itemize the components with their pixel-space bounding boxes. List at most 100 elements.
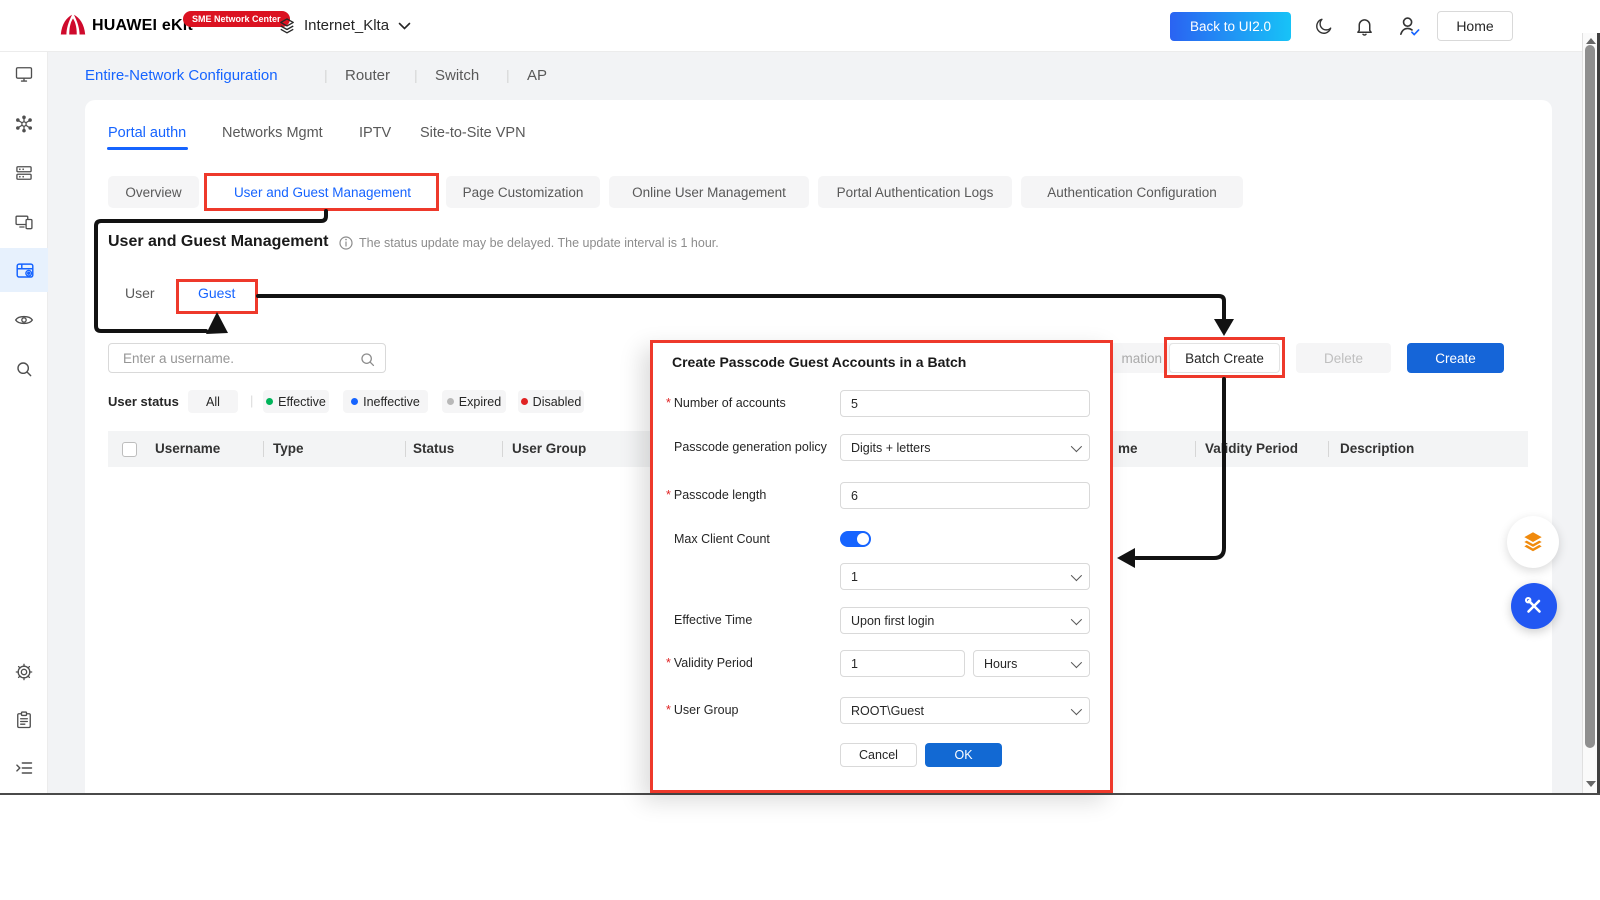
filter-ineffective[interactable]: Ineffective xyxy=(343,390,428,413)
subtab-portal-authentication-logs[interactable]: Portal Authentication Logs xyxy=(818,176,1012,208)
home-button[interactable]: Home xyxy=(1437,11,1513,41)
label-user-group: *User Group xyxy=(666,703,738,717)
chevron-down-icon xyxy=(1071,656,1082,667)
back-to-ui2-button[interactable]: Back to UI2.0 xyxy=(1170,12,1291,41)
topology-icon[interactable] xyxy=(14,114,34,134)
footer-blank-area xyxy=(0,795,1600,900)
passcode-policy-select[interactable]: Digits + letters xyxy=(840,434,1090,461)
filter-label: Effective xyxy=(278,395,326,409)
user-status-label: User status xyxy=(108,394,179,409)
username-search-input[interactable]: Enter a username. xyxy=(108,343,386,373)
filter-label: Ineffective xyxy=(363,395,420,409)
column-divider xyxy=(1328,441,1329,457)
devices-icon[interactable] xyxy=(14,212,34,232)
status-update-notice: The status update may be delayed. The up… xyxy=(359,236,719,250)
select-value: ROOT\Guest xyxy=(851,704,924,718)
top-header: HUAWEI eKit SME Network Center Internet_… xyxy=(0,0,1600,52)
select-all-checkbox[interactable] xyxy=(122,442,137,457)
subtab-page-customization[interactable]: Page Customization xyxy=(446,176,600,208)
create-button[interactable]: Create xyxy=(1407,343,1504,373)
page-title: User and Guest Management xyxy=(108,233,329,251)
label-number-of-accounts: *Number of accounts xyxy=(666,396,786,410)
sidebar-search-icon[interactable] xyxy=(14,359,34,379)
number-of-accounts-input[interactable]: 5 xyxy=(840,390,1090,417)
column-divider xyxy=(405,441,406,457)
label-validity-period: *Validity Period xyxy=(666,656,753,670)
floating-layers-button[interactable] xyxy=(1507,516,1559,568)
tab-user[interactable]: User xyxy=(125,285,155,301)
subtab-authentication-configuration[interactable]: Authentication Configuration xyxy=(1021,176,1243,208)
green-dot xyxy=(266,398,273,405)
breadcrumb-router[interactable]: Router xyxy=(345,67,390,84)
label-passcode-policy: Passcode generation policy xyxy=(674,440,827,454)
breadcrumb-entire-network[interactable]: Entire-Network Configuration xyxy=(85,67,278,84)
column-divider xyxy=(502,441,503,457)
server-icon[interactable] xyxy=(14,163,34,183)
user-check-icon[interactable] xyxy=(1397,14,1422,38)
gear-icon[interactable] xyxy=(14,662,34,682)
label-effective-time: Effective Time xyxy=(674,613,752,627)
passcode-length-input[interactable]: 6 xyxy=(840,482,1090,509)
orange-layers-icon xyxy=(1520,529,1546,555)
scroll-down-arrow[interactable] xyxy=(1586,781,1596,787)
max-client-count-select[interactable]: 1 xyxy=(840,563,1090,590)
effective-time-select[interactable]: Upon first login xyxy=(840,607,1090,634)
subtab-user-and-guest-management[interactable]: User and Guest Management xyxy=(208,176,437,208)
brand-name: HUAWEI eKit xyxy=(92,17,193,35)
eye-icon[interactable] xyxy=(14,310,34,330)
search-placeholder: Enter a username. xyxy=(123,351,234,366)
search-icon[interactable] xyxy=(359,351,376,368)
scrollbar[interactable] xyxy=(1582,33,1597,793)
chevron-down-icon[interactable] xyxy=(398,22,411,31)
sidebar xyxy=(0,52,48,793)
input-value: 6 xyxy=(851,489,858,503)
col-effective-time-truncated: me xyxy=(1118,441,1138,456)
delete-button[interactable]: Delete xyxy=(1296,343,1391,373)
col-user-group: User Group xyxy=(512,441,586,456)
tab-site-to-site-vpn[interactable]: Site-to-Site VPN xyxy=(420,125,526,141)
scrollbar-thumb[interactable] xyxy=(1585,45,1595,748)
indent-list-icon[interactable] xyxy=(14,758,34,778)
validity-unit-select[interactable]: Hours xyxy=(973,650,1090,677)
max-client-count-toggle[interactable] xyxy=(840,531,871,547)
subtab-overview[interactable]: Overview xyxy=(108,176,199,208)
tab-iptv[interactable]: IPTV xyxy=(359,125,391,141)
filter-expired[interactable]: Expired xyxy=(442,390,506,413)
scroll-up-arrow[interactable] xyxy=(1586,38,1596,44)
bell-icon[interactable] xyxy=(1354,15,1375,37)
batch-create-button[interactable]: Batch Create xyxy=(1169,343,1280,373)
breadcrumb-switch[interactable]: Switch xyxy=(435,67,479,84)
monitor-icon[interactable] xyxy=(14,64,34,84)
tab-networks-mgmt[interactable]: Networks Mgmt xyxy=(222,125,323,141)
col-username: Username xyxy=(155,441,220,456)
column-divider xyxy=(1195,441,1196,457)
select-value: Digits + letters xyxy=(851,441,931,455)
tab-guest[interactable]: Guest xyxy=(198,285,235,301)
select-value: Upon first login xyxy=(851,614,934,628)
col-validity-period: Validity Period xyxy=(1205,441,1298,456)
panel-icon[interactable] xyxy=(14,260,34,280)
clipboard-icon[interactable] xyxy=(14,710,34,730)
floating-tools-button[interactable] xyxy=(1511,583,1557,629)
filter-disabled[interactable]: Disabled xyxy=(518,390,584,413)
subtab-online-user-management[interactable]: Online User Management xyxy=(609,176,809,208)
user-group-select[interactable]: ROOT\Guest xyxy=(840,697,1090,724)
ok-button[interactable]: OK xyxy=(925,743,1002,767)
tab-portal-authn[interactable]: Portal authn xyxy=(108,125,186,141)
cancel-button[interactable]: Cancel xyxy=(840,743,917,767)
filter-effective[interactable]: Effective xyxy=(263,390,329,413)
site-name[interactable]: Internet_Klta xyxy=(304,17,389,34)
col-type: Type xyxy=(273,441,304,456)
breadcrumb-separator: | xyxy=(506,67,510,83)
validity-period-input[interactable]: 1 xyxy=(840,650,965,677)
input-value: 5 xyxy=(851,397,858,411)
blue-dot xyxy=(351,398,358,405)
col-status: Status xyxy=(413,441,454,456)
huawei-logo xyxy=(58,13,88,39)
moon-icon[interactable] xyxy=(1314,16,1334,36)
guest-tab-underline xyxy=(182,311,252,313)
info-icon xyxy=(339,236,353,250)
col-description: Description xyxy=(1340,441,1414,456)
breadcrumb-ap[interactable]: AP xyxy=(527,67,547,84)
filter-all[interactable]: All xyxy=(188,390,238,413)
